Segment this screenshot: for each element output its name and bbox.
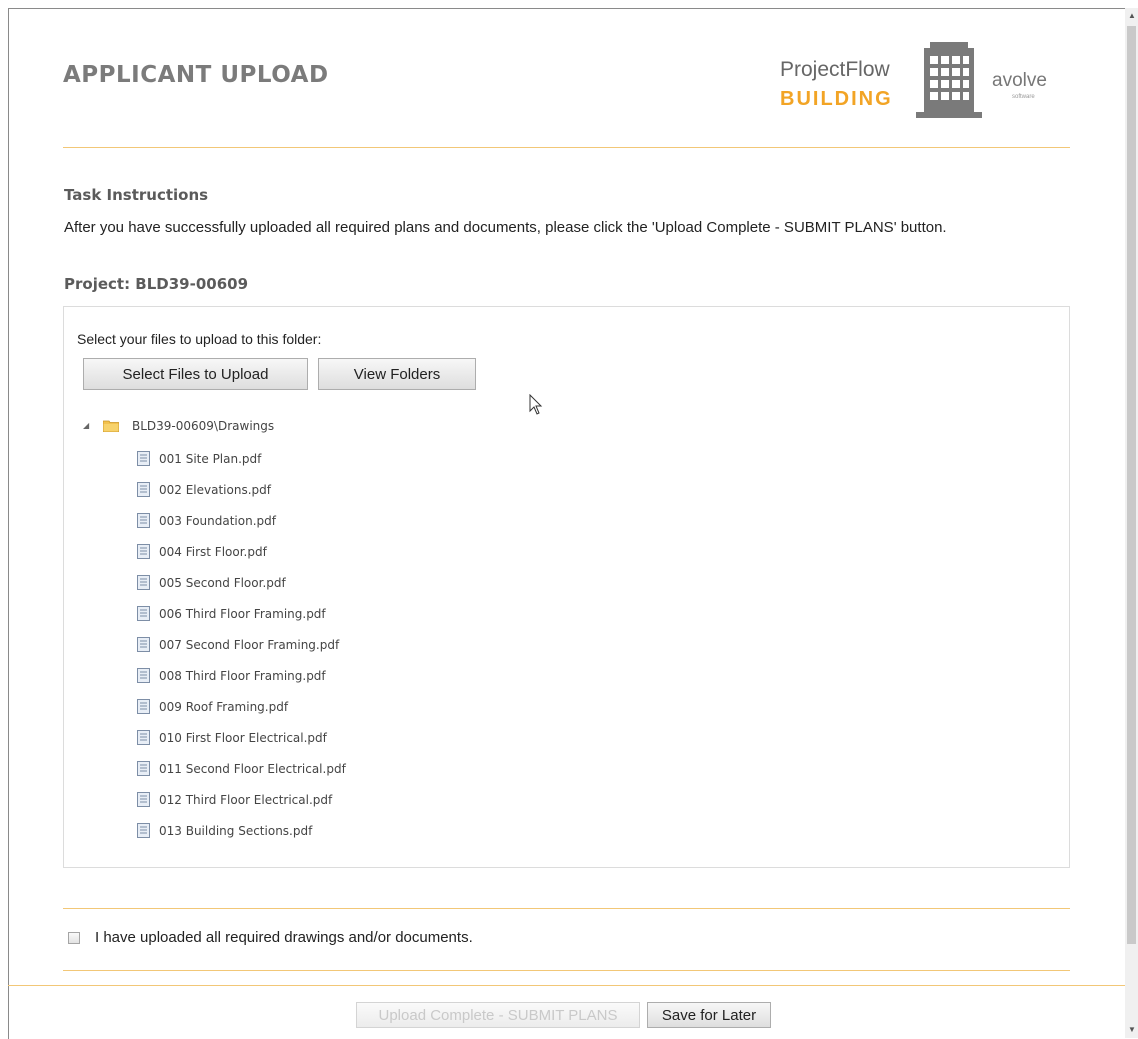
document-icon [137,544,150,559]
file-label[interactable]: 003 Foundation.pdf [159,511,276,531]
file-label[interactable]: 013 Building Sections.pdf [159,821,312,841]
document-icon [137,792,150,807]
file-label[interactable]: 007 Second Floor Framing.pdf [159,635,339,655]
file-label[interactable]: 004 First Floor.pdf [159,542,267,562]
file-label[interactable]: 008 Third Floor Framing.pdf [159,666,326,686]
company-subtitle: software [1012,94,1035,100]
upload-panel: Select your files to upload to this fold… [63,306,1070,868]
folder-icon [103,420,119,432]
file-label[interactable]: 005 Second Floor.pdf [159,573,286,593]
save-for-later-button[interactable]: Save for Later [647,1002,771,1028]
document-icon [137,823,150,838]
header-divider [63,147,1070,148]
footer-divider [8,985,1125,986]
document-icon [137,699,150,714]
brand-product-subtitle: BUILDING [780,88,893,110]
file-label[interactable]: 010 First Floor Electrical.pdf [159,728,327,748]
brand-product-name: ProjectFlow [780,58,890,81]
select-files-button[interactable]: Select Files to Upload [83,358,308,390]
confirm-bottom-divider [63,970,1070,971]
document-icon [137,730,150,745]
document-icon [137,761,150,776]
select-files-label: Select your files to upload to this fold… [77,331,322,347]
confirm-label[interactable]: I have uploaded all required drawings an… [95,929,473,946]
document-icon [137,637,150,652]
expand-caret-icon[interactable]: ◢ [83,416,89,436]
confirm-row: I have uploaded all required drawings an… [68,929,473,946]
task-instructions-text: After you have successfully uploaded all… [64,219,947,236]
document-icon [137,575,150,590]
task-instructions-heading: Task Instructions [64,186,209,204]
confirm-checkbox[interactable] [68,931,80,944]
building-icon [916,42,982,118]
document-icon [137,606,150,621]
mouse-cursor-icon [529,393,543,421]
file-label[interactable]: 012 Third Floor Electrical.pdf [159,790,332,810]
document-icon [137,451,150,466]
scroll-up-arrow-icon[interactable]: ▲ [1128,12,1136,20]
document-icon [137,513,150,528]
view-folders-button[interactable]: View Folders [318,358,476,390]
folder-label[interactable]: BLD39-00609\Drawings [132,416,274,436]
scrollbar-thumb[interactable] [1127,26,1136,944]
vertical-scrollbar[interactable]: ▲ ▼ [1125,8,1138,1038]
scroll-down-arrow-icon[interactable]: ▼ [1128,1026,1136,1034]
page-title: APPLICANT UPLOAD [63,62,329,88]
project-heading: Project: BLD39-00609 [64,275,249,293]
file-label[interactable]: 009 Roof Framing.pdf [159,697,288,717]
brand-logo: ProjectFlow BUILDING avolve software [776,40,1076,120]
document-icon [137,668,150,683]
submit-plans-button[interactable]: Upload Complete - SUBMIT PLANS [356,1002,640,1028]
document-icon [137,482,150,497]
company-name: avolve [992,70,1047,91]
confirm-top-divider [63,908,1070,909]
file-label[interactable]: 002 Elevations.pdf [159,480,271,500]
file-label[interactable]: 001 Site Plan.pdf [159,449,261,469]
file-label[interactable]: 011 Second Floor Electrical.pdf [159,759,346,779]
file-label[interactable]: 006 Third Floor Framing.pdf [159,604,326,624]
